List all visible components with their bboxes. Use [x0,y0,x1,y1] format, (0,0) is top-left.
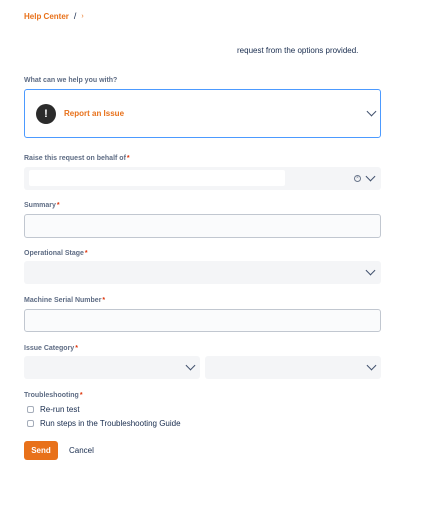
stage-select[interactable] [24,261,381,284]
category-label: Issue Category* [24,345,78,352]
behalf-label: Raise this request on behalf of* [24,155,130,162]
chevron-down-icon [185,360,196,371]
checkbox[interactable] [27,420,34,427]
category-primary-select[interactable] [24,356,200,379]
summary-label-text: Summary [24,202,56,209]
behalf-select[interactable]: × [24,167,381,190]
request-type-select[interactable]: ! Report an Issue [24,89,381,138]
serial-label: Machine Serial Number* [24,297,105,304]
behalf-label-text: Raise this request on behalf of [24,155,126,162]
checkbox-rerun-test[interactable]: Re-run test [27,405,80,414]
stage-label-text: Operational Stage [24,250,84,257]
required-marker: * [126,155,130,162]
request-type-value: Report an Issue [64,109,125,118]
checkbox-label: Re-run test [40,405,80,414]
exclamation-icon: ! [36,104,56,124]
checkbox[interactable] [27,406,34,413]
required-marker: * [84,250,88,257]
category-label-text: Issue Category [24,345,75,352]
required-marker: * [102,297,106,304]
required-marker: * [75,345,78,352]
behalf-input[interactable] [29,170,285,186]
chevron-down-icon [365,265,376,276]
chevron-down-icon [366,360,377,371]
summary-label: Summary* [24,202,60,209]
breadcrumb-help-center-link[interactable]: Help Center [24,12,69,21]
request-type-label: What can we help you with? [24,77,117,84]
troubleshooting-label: Troubleshooting* [24,392,83,399]
clear-icon[interactable]: × [354,175,361,182]
request-type-label-text: What can we help you with? [24,77,118,84]
serial-label-text: Machine Serial Number [24,297,102,304]
breadcrumb: Help Center / › [24,10,84,22]
send-button[interactable]: Send [24,441,58,460]
troubleshooting-label-text: Troubleshooting [24,392,79,399]
stage-label: Operational Stage* [24,250,88,257]
breadcrumb-separator: / [73,11,77,21]
required-marker: * [79,392,83,399]
breadcrumb-chevron-icon[interactable]: › [81,13,83,20]
checkbox-run-guide[interactable]: Run steps in the Troubleshooting Guide [27,419,181,428]
serial-number-field[interactable] [24,309,381,332]
cancel-button[interactable]: Cancel [69,441,94,460]
chevron-down-icon [366,106,377,117]
summary-field[interactable] [24,214,381,238]
intro-text: request from the options provided. [237,46,359,55]
checkbox-label: Run steps in the Troubleshooting Guide [40,419,181,428]
category-secondary-select[interactable] [205,356,381,379]
chevron-down-icon[interactable] [365,171,376,182]
required-marker: * [56,202,60,209]
